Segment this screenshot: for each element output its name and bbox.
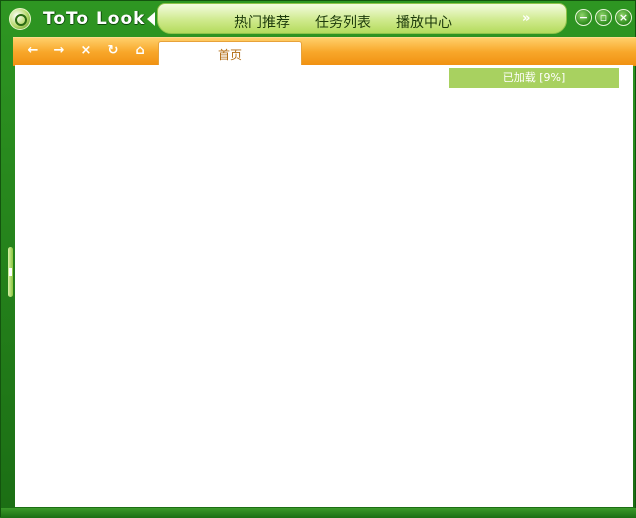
app-window: ToTo Look 热门推荐 任务列表 播放中心 » − ▫ × ← → × ↻… bbox=[0, 0, 636, 518]
home-icon[interactable]: ⌂ bbox=[132, 43, 148, 59]
close-button[interactable]: × bbox=[615, 9, 632, 26]
back-arrow-icon[interactable]: ← bbox=[25, 43, 41, 59]
refresh-icon[interactable]: ↻ bbox=[105, 43, 121, 59]
browser-toolbar: ← → × ↻ ⌂ bbox=[13, 37, 636, 66]
sidebar-toggle-handle[interactable] bbox=[8, 247, 13, 297]
logo-text: ToTo Look bbox=[43, 9, 146, 29]
stop-icon[interactable]: × bbox=[78, 43, 94, 59]
logo-arrow-icon bbox=[147, 12, 156, 26]
forward-arrow-icon[interactable]: → bbox=[51, 43, 67, 59]
nav-hot-recommend[interactable]: 热门推荐 bbox=[234, 12, 290, 32]
nav-more-icon[interactable]: » bbox=[522, 11, 530, 26]
nav-task-list[interactable]: 任务列表 bbox=[315, 12, 371, 32]
title-bar[interactable]: ToTo Look 热门推荐 任务列表 播放中心 » − ▫ × bbox=[1, 1, 636, 37]
maximize-button[interactable]: ▫ bbox=[595, 9, 612, 26]
app-logo: ToTo Look bbox=[9, 5, 156, 33]
loading-status-badge: 已加载 [9%] bbox=[449, 68, 619, 88]
content-area: 已加载 [9%] bbox=[15, 65, 633, 507]
main-nav: 热门推荐 任务列表 播放中心 » bbox=[157, 3, 567, 34]
nav-play-center[interactable]: 播放中心 bbox=[396, 12, 452, 32]
tab-home[interactable]: 首页 bbox=[158, 41, 302, 67]
minimize-button[interactable]: − bbox=[575, 9, 592, 26]
magnifier-logo-icon bbox=[9, 8, 31, 30]
